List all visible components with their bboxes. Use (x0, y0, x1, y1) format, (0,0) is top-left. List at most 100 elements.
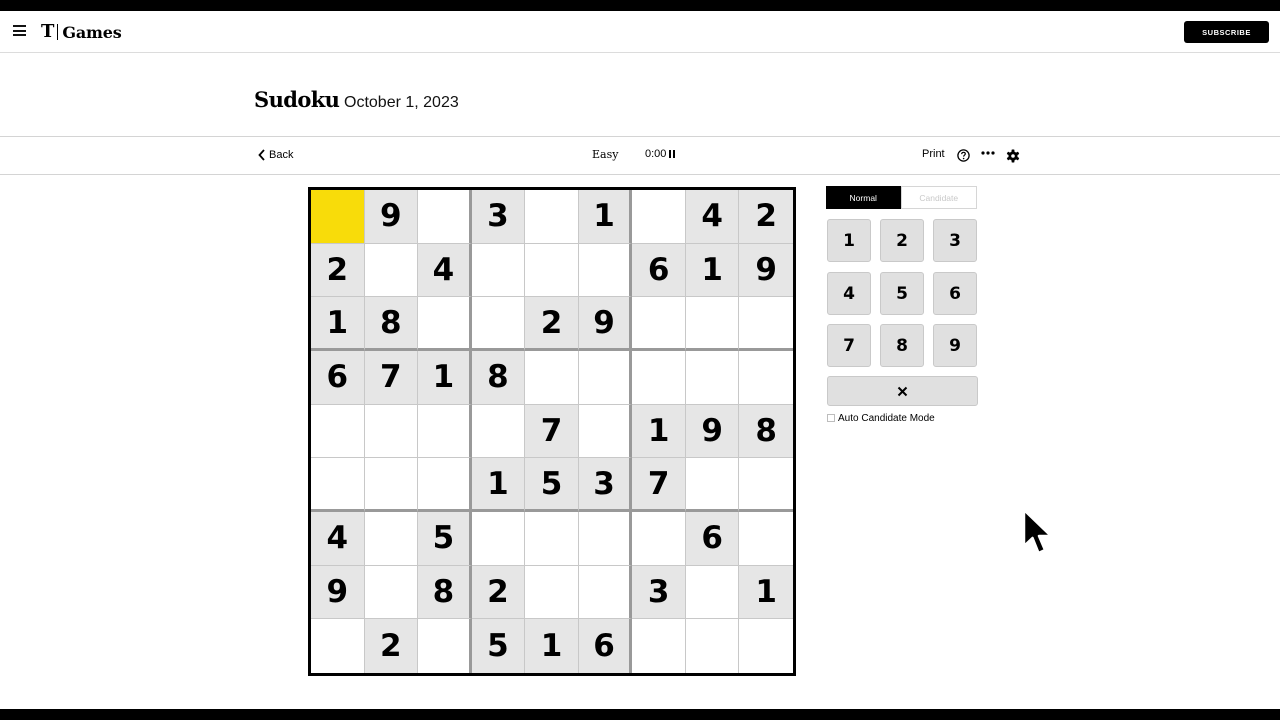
print-button[interactable]: Print (922, 148, 945, 160)
sudoku-cell-r1c4[interactable]: 3 (471, 190, 526, 244)
sudoku-cell-r7c8[interactable]: 6 (685, 512, 740, 566)
sudoku-cell-r9c9[interactable] (739, 619, 793, 673)
sudoku-cell-r8c8[interactable] (685, 565, 740, 620)
sudoku-cell-r4c7[interactable] (632, 351, 686, 405)
sudoku-cell-r3c8[interactable] (685, 297, 740, 351)
sudoku-cell-r5c2[interactable] (364, 404, 419, 459)
sudoku-cell-r1c1[interactable] (311, 190, 365, 244)
sudoku-cell-r1c7[interactable] (632, 190, 686, 244)
number-button-2[interactable]: 2 (880, 219, 924, 262)
gear-icon[interactable] (1006, 149, 1020, 163)
sudoku-cell-r5c4[interactable] (471, 404, 526, 459)
sudoku-cell-r9c4[interactable]: 5 (471, 619, 526, 673)
number-button-6[interactable]: 6 (933, 272, 977, 315)
auto-candidate-checkbox[interactable] (827, 414, 835, 422)
sudoku-cell-r6c8[interactable] (685, 458, 740, 512)
auto-candidate-toggle[interactable]: Auto Candidate Mode (827, 411, 935, 425)
sudoku-cell-r6c1[interactable] (311, 458, 365, 512)
sudoku-cell-r6c9[interactable] (739, 458, 793, 512)
sudoku-cell-r9c6[interactable]: 6 (578, 619, 633, 673)
sudoku-cell-r3c3[interactable] (418, 297, 472, 351)
number-button-1[interactable]: 1 (827, 219, 871, 262)
sudoku-cell-r9c5[interactable]: 1 (525, 619, 579, 673)
sudoku-cell-r3c1[interactable]: 1 (311, 297, 365, 351)
sudoku-cell-r1c8[interactable]: 4 (685, 190, 740, 244)
help-icon[interactable] (957, 149, 970, 162)
more-dots-icon[interactable] (981, 149, 995, 157)
sudoku-cell-r3c9[interactable] (739, 297, 793, 351)
sudoku-cell-r5c6[interactable] (578, 404, 633, 459)
sudoku-cell-r3c7[interactable] (632, 297, 686, 351)
sudoku-cell-r8c1[interactable]: 9 (311, 565, 365, 620)
sudoku-cell-r1c2[interactable]: 9 (364, 190, 419, 244)
sudoku-cell-r3c6[interactable]: 9 (578, 297, 633, 351)
sudoku-cell-r5c5[interactable]: 7 (525, 404, 579, 459)
sudoku-cell-r9c7[interactable] (632, 619, 686, 673)
sudoku-cell-r4c3[interactable]: 1 (418, 351, 472, 405)
sudoku-cell-r7c6[interactable] (578, 512, 633, 566)
sudoku-cell-r8c7[interactable]: 3 (632, 565, 686, 620)
sudoku-cell-r2c2[interactable] (364, 243, 419, 298)
back-button[interactable]: Back (258, 147, 293, 163)
sudoku-cell-r2c7[interactable]: 6 (632, 243, 686, 298)
sudoku-cell-r4c6[interactable] (578, 351, 633, 405)
sudoku-cell-r9c3[interactable] (418, 619, 472, 673)
sudoku-cell-r1c6[interactable]: 1 (578, 190, 633, 244)
sudoku-cell-r3c5[interactable]: 2 (525, 297, 579, 351)
sudoku-cell-r6c5[interactable]: 5 (525, 458, 579, 512)
sudoku-cell-r9c8[interactable] (686, 619, 740, 673)
sudoku-cell-r7c3[interactable]: 5 (418, 512, 472, 566)
sudoku-cell-r6c4[interactable]: 1 (471, 458, 526, 512)
sudoku-cell-r7c4[interactable] (471, 512, 526, 566)
sudoku-cell-r8c2[interactable] (364, 565, 419, 620)
sudoku-cell-r7c5[interactable] (525, 512, 579, 566)
sudoku-cell-r1c5[interactable] (525, 190, 579, 244)
number-button-3[interactable]: 3 (933, 219, 977, 262)
sudoku-cell-r8c3[interactable]: 8 (418, 565, 472, 620)
pause-icon[interactable] (669, 150, 676, 158)
number-button-7[interactable]: 7 (827, 324, 871, 367)
sudoku-cell-r2c1[interactable]: 2 (311, 243, 365, 298)
sudoku-cell-r5c7[interactable]: 1 (632, 404, 686, 459)
sudoku-cell-r7c1[interactable]: 4 (311, 512, 365, 566)
sudoku-cell-r8c6[interactable] (578, 565, 633, 620)
sudoku-cell-r4c5[interactable] (525, 351, 579, 405)
number-button-5[interactable]: 5 (880, 272, 924, 315)
timer[interactable]: 0:00 (645, 148, 676, 160)
sudoku-cell-r1c9[interactable]: 2 (739, 190, 793, 244)
number-button-9[interactable]: 9 (933, 324, 977, 367)
sudoku-cell-r7c2[interactable] (364, 512, 419, 566)
subscribe-button[interactable]: SUBSCRIBE (1184, 21, 1269, 43)
sudoku-cell-r7c9[interactable] (739, 512, 793, 566)
sudoku-cell-r2c9[interactable]: 9 (739, 243, 793, 298)
hamburger-menu-icon[interactable] (13, 25, 26, 36)
candidate-mode-button[interactable]: Candidate (900, 186, 977, 209)
sudoku-cell-r2c6[interactable] (578, 243, 633, 298)
sudoku-cell-r4c4[interactable]: 8 (471, 351, 526, 405)
sudoku-cell-r5c3[interactable] (418, 404, 472, 459)
sudoku-cell-r5c9[interactable]: 8 (739, 404, 793, 459)
sudoku-cell-r8c4[interactable]: 2 (471, 565, 526, 620)
sudoku-cell-r4c9[interactable] (739, 351, 793, 405)
sudoku-cell-r8c5[interactable] (525, 565, 579, 620)
sudoku-cell-r2c4[interactable] (471, 243, 526, 298)
sudoku-cell-r6c7[interactable]: 7 (632, 458, 686, 512)
sudoku-cell-r2c5[interactable] (525, 243, 579, 298)
sudoku-cell-r6c2[interactable] (364, 458, 419, 512)
sudoku-cell-r2c8[interactable]: 1 (685, 243, 740, 298)
sudoku-cell-r9c2[interactable]: 2 (364, 619, 419, 673)
sudoku-cell-r5c1[interactable] (311, 404, 365, 459)
number-button-4[interactable]: 4 (827, 272, 871, 315)
sudoku-cell-r1c3[interactable] (418, 190, 472, 244)
sudoku-cell-r2c3[interactable]: 4 (418, 243, 472, 298)
sudoku-cell-r9c1[interactable] (311, 619, 365, 673)
sudoku-cell-r4c1[interactable]: 6 (311, 351, 365, 405)
sudoku-cell-r4c2[interactable]: 7 (364, 351, 419, 405)
sudoku-cell-r4c8[interactable] (685, 351, 740, 405)
number-button-8[interactable]: 8 (880, 324, 924, 367)
sudoku-cell-r7c7[interactable] (632, 512, 686, 566)
sudoku-cell-r3c4[interactable] (471, 297, 526, 351)
normal-mode-button[interactable]: Normal (826, 186, 901, 209)
sudoku-cell-r5c8[interactable]: 9 (685, 404, 740, 459)
sudoku-cell-r6c3[interactable] (418, 458, 472, 512)
